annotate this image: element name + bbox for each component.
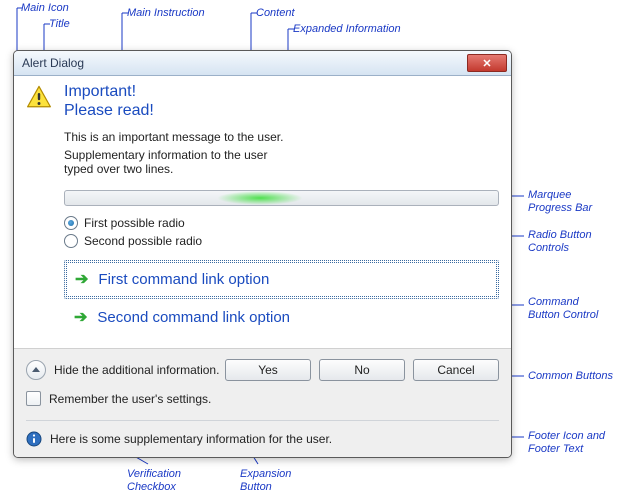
annotation-verification: VerificationCheckbox [127, 468, 222, 493]
progress-marquee [217, 191, 304, 205]
radio-icon [64, 234, 78, 248]
info-icon [26, 431, 42, 447]
annotation-marquee: MarqueeProgress Bar [528, 189, 623, 214]
no-button[interactable]: No [319, 359, 405, 381]
footer-area: Hide the additional information. Yes No … [14, 349, 511, 457]
cancel-button[interactable]: Cancel [413, 359, 499, 381]
close-icon: ✕ [482, 57, 491, 70]
radio-label: Second possible radio [84, 234, 202, 248]
command-link-2[interactable]: ➔ Second command link option [64, 299, 499, 336]
command-label: First command link option [98, 271, 269, 288]
dialog-title: Alert Dialog [22, 56, 84, 70]
title-bar: Alert Dialog ✕ [14, 51, 511, 76]
expansion-label: Hide the additional information. [54, 363, 219, 377]
annotation-common-buttons: Common Buttons [528, 370, 613, 382]
verification-checkbox[interactable]: Remember the user's settings. [26, 391, 499, 406]
command-link-1[interactable]: ➔ First command link option [64, 260, 499, 299]
radio-option-2[interactable]: Second possible radio [64, 232, 499, 250]
command-links: ➔ First command link option ➔ Second com… [64, 260, 499, 336]
annotation-command: CommandButton Control [528, 296, 623, 321]
checkbox-icon [26, 391, 41, 406]
warning-icon [26, 84, 52, 110]
footer-text: Here is some supplementary information f… [50, 432, 332, 446]
alert-dialog: Alert Dialog ✕ Important! Please read! T… [13, 50, 512, 458]
radio-group: First possible radio Second possible rad… [64, 214, 499, 250]
main-instruction: Important! Please read! [64, 82, 154, 120]
chevron-up-icon [26, 360, 46, 380]
annotation-footer: Footer Icon andFooter Text [528, 430, 623, 455]
close-button[interactable]: ✕ [467, 54, 507, 72]
main-icon [26, 84, 54, 113]
button-label: Yes [258, 363, 278, 377]
button-label: No [354, 363, 369, 377]
main-instruction-line: Please read! [64, 101, 154, 120]
command-label: Second command link option [97, 309, 290, 326]
button-label: Cancel [437, 363, 474, 377]
annotation-title: Title [49, 18, 70, 30]
expanded-text: Supplementary information to the user ty… [64, 148, 499, 176]
verification-label: Remember the user's settings. [49, 392, 211, 406]
footer-row: Here is some supplementary information f… [26, 420, 499, 447]
common-buttons: Yes No Cancel [225, 359, 499, 381]
expanded-line: typed over two lines. [64, 162, 499, 176]
expansion-button[interactable]: Hide the additional information. [26, 360, 219, 380]
progress-bar [64, 190, 499, 206]
radio-label: First possible radio [84, 216, 185, 230]
main-instruction-line: Important! [64, 82, 154, 101]
annotation-radios: Radio ButtonControls [528, 229, 623, 254]
expanded-line: Supplementary information to the user [64, 148, 499, 162]
radio-icon [64, 216, 78, 230]
arrow-right-icon: ➔ [75, 272, 88, 288]
annotation-main-instruction: Main Instruction [127, 7, 205, 19]
annotation-expansion: ExpansionButton [240, 468, 335, 493]
annotation-expanded-info: Expanded Information [293, 23, 401, 35]
annotation-content: Content [256, 7, 295, 19]
annotation-main-icon: Main Icon [21, 2, 69, 14]
radio-option-1[interactable]: First possible radio [64, 214, 499, 232]
content-text: This is an important message to the user… [64, 130, 499, 144]
yes-button[interactable]: Yes [225, 359, 311, 381]
arrow-right-icon: ➔ [74, 310, 87, 326]
client-area: Important! Please read! This is an impor… [14, 76, 511, 349]
